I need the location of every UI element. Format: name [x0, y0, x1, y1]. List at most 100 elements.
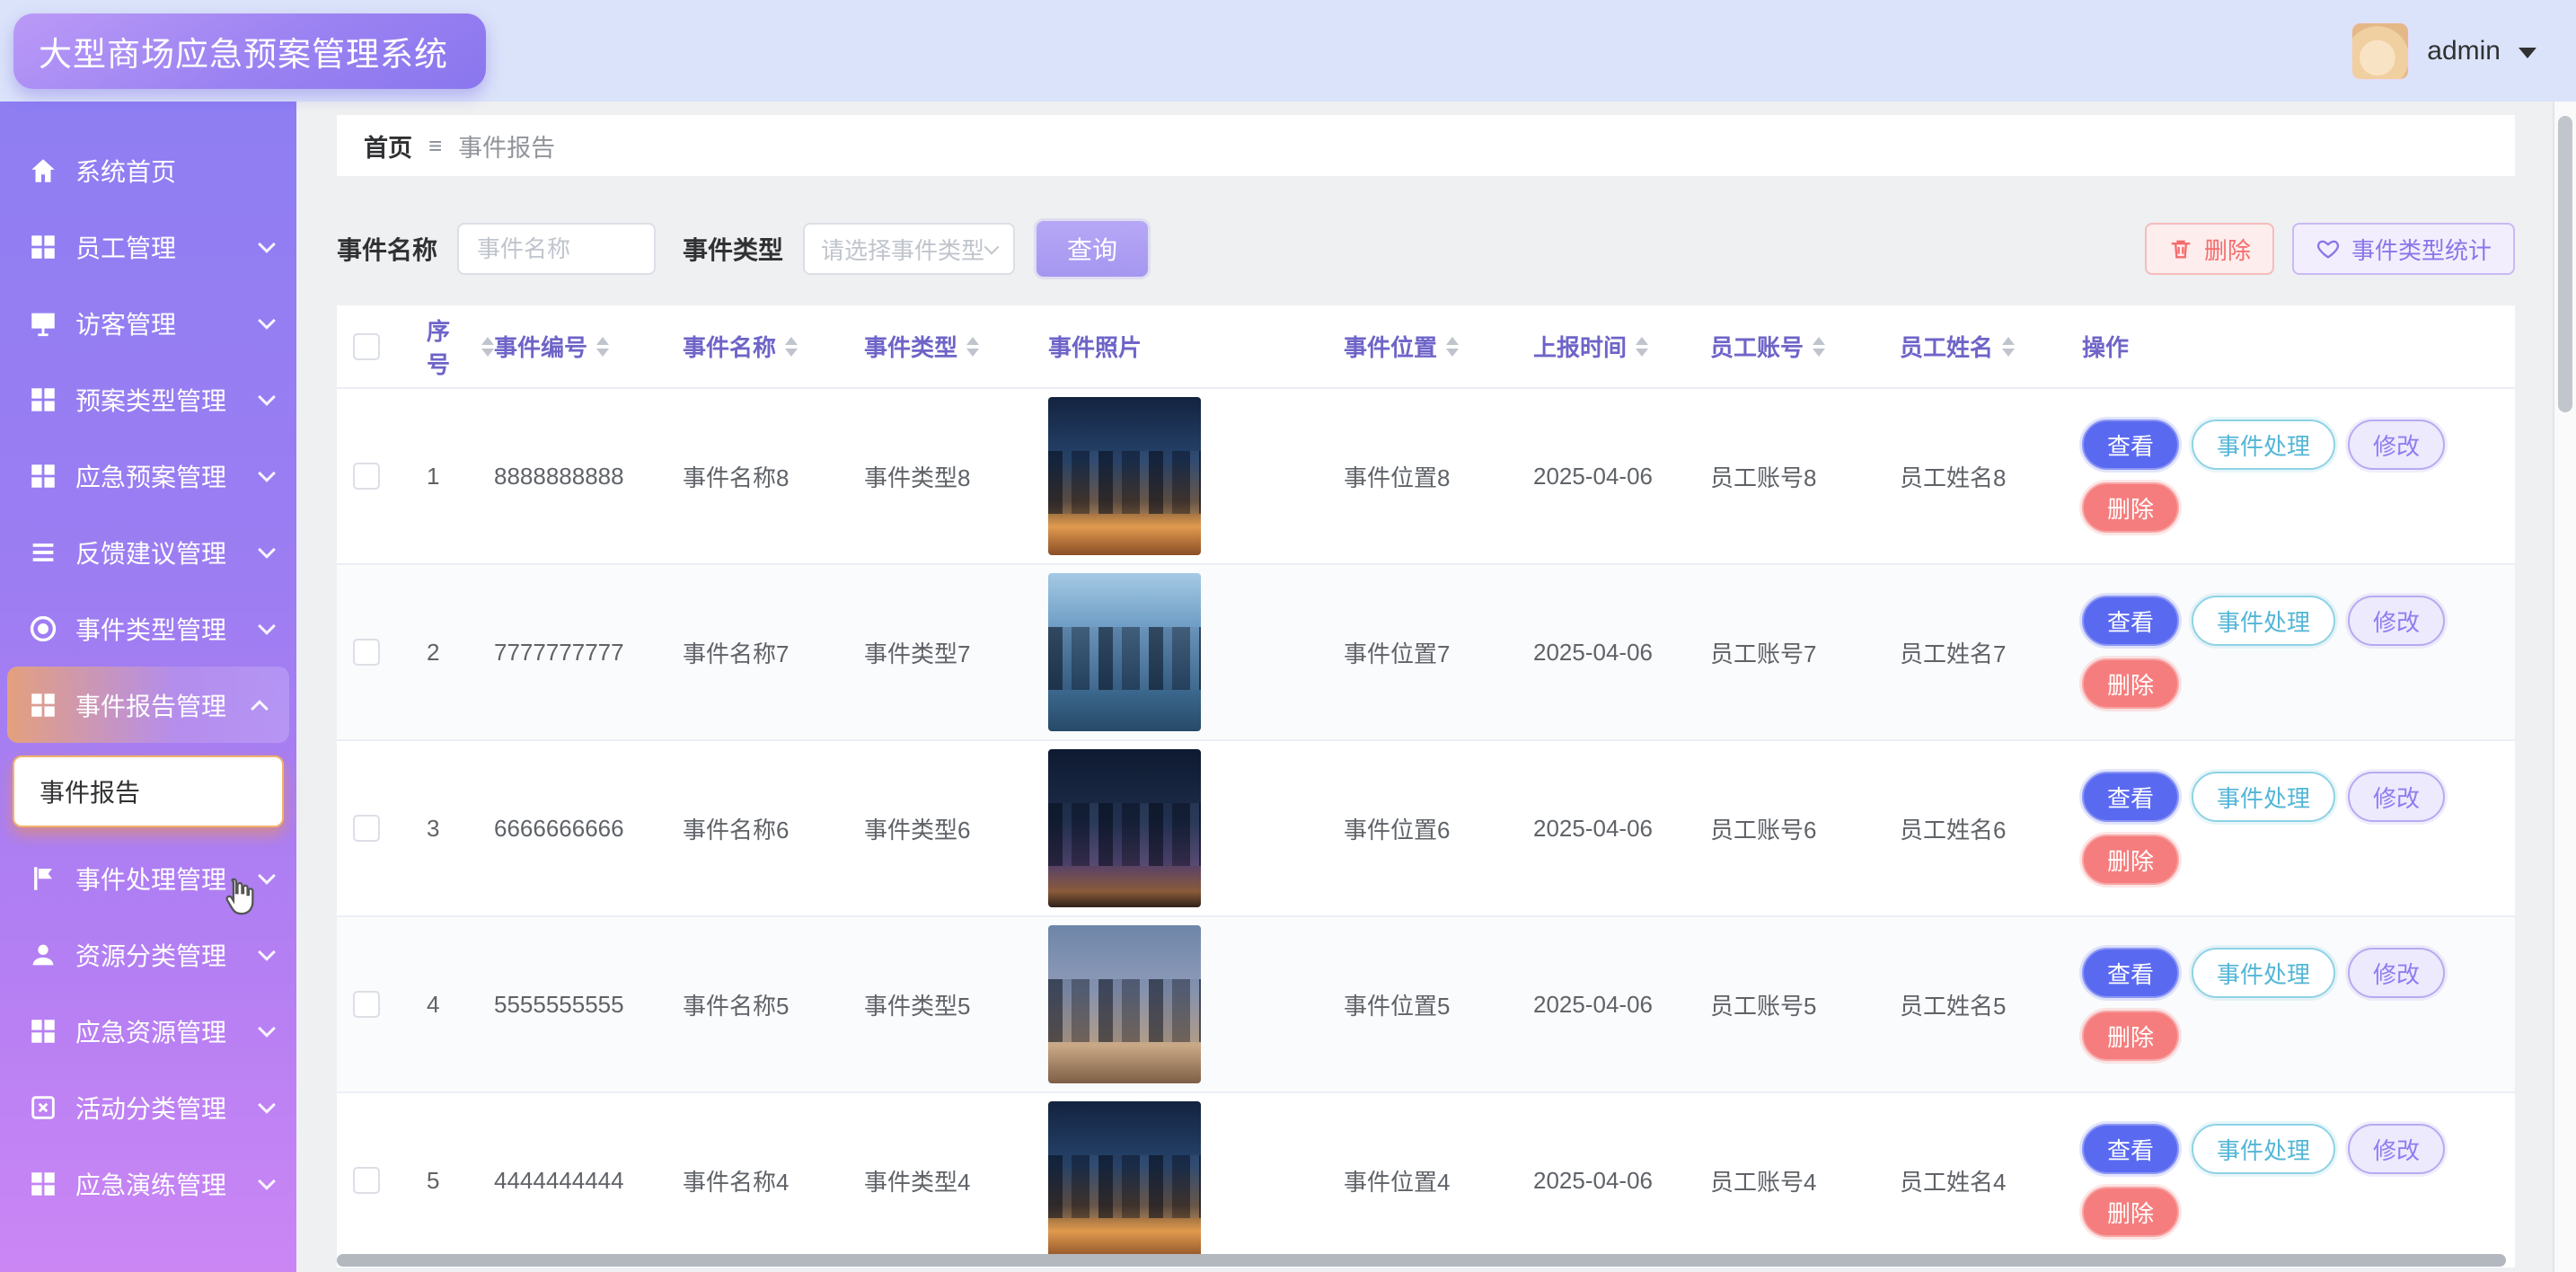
monitor-icon	[27, 307, 59, 340]
row-checkbox[interactable]	[353, 815, 380, 842]
sort-icons[interactable]	[1446, 337, 1459, 357]
user-menu[interactable]: admin	[2351, 22, 2536, 80]
event-photo[interactable]	[1048, 397, 1201, 555]
column-header-事件照片: 事件照片	[1048, 305, 1344, 388]
delete-button[interactable]: 删除	[2082, 658, 2179, 709]
view-button[interactable]: 查看	[2082, 1124, 2179, 1174]
event-type-select[interactable]: 请选择事件类型	[803, 223, 1015, 275]
delete-button[interactable]: 删除	[2082, 1187, 2179, 1237]
process-button[interactable]: 事件处理	[2192, 1124, 2335, 1174]
user-name: admin	[2427, 36, 2501, 66]
edit-button[interactable]: 修改	[2348, 772, 2445, 822]
chevron-down-icon	[258, 617, 276, 635]
row-checkbox[interactable]	[353, 1167, 380, 1194]
delete-button[interactable]: 删除	[2082, 1011, 2179, 1061]
event-photo[interactable]	[1048, 749, 1201, 907]
sidebar: 系统首页员工管理访客管理预案类型管理应急预案管理反馈建议管理事件类型管理事件报告…	[0, 102, 296, 1272]
sort-icons[interactable]	[481, 337, 494, 357]
view-button[interactable]: 查看	[2082, 596, 2179, 646]
sidebar-item-访客管理[interactable]: 访客管理	[0, 285, 296, 361]
app-header: 大型商场应急预案管理系统 admin	[0, 0, 2576, 102]
column-header-序号[interactable]: 序号	[418, 305, 494, 388]
sidebar-menu: 系统首页员工管理访客管理预案类型管理应急预案管理反馈建议管理事件类型管理事件报告…	[0, 132, 296, 1222]
event-photo[interactable]	[1048, 1101, 1201, 1259]
cell-event-location: 事件位置7	[1344, 564, 1533, 740]
chevron-down-icon	[258, 1096, 276, 1114]
chevron-down-icon	[258, 867, 276, 885]
view-button[interactable]: 查看	[2082, 420, 2179, 470]
sidebar-item-应急资源管理[interactable]: 应急资源管理	[0, 993, 296, 1069]
delete-button[interactable]: 删除	[2082, 835, 2179, 885]
sidebar-item-label: 事件处理管理	[75, 861, 260, 897]
breadcrumb-home[interactable]: 首页	[364, 128, 412, 163]
cell-staff-account: 员工账号7	[1710, 564, 1900, 740]
filter-bar: 事件名称 事件类型 请选择事件类型 查询 删除 事件类型统计	[337, 221, 2515, 277]
cell-report-time: 2025-04-06	[1533, 388, 1710, 564]
select-all-checkbox[interactable]	[353, 333, 380, 360]
event-type-stats-button[interactable]: 事件类型统计	[2292, 223, 2515, 275]
chevron-up-icon	[251, 700, 269, 718]
row-checkbox[interactable]	[353, 463, 380, 490]
sidebar-item-应急预案管理[interactable]: 应急预案管理	[0, 437, 296, 514]
edit-button[interactable]: 修改	[2348, 596, 2445, 646]
column-header-事件名称[interactable]: 事件名称	[683, 305, 864, 388]
process-button[interactable]: 事件处理	[2192, 772, 2335, 822]
sort-icons[interactable]	[966, 337, 979, 357]
process-button[interactable]: 事件处理	[2192, 420, 2335, 470]
sort-icons[interactable]	[2002, 337, 2015, 357]
edit-button[interactable]: 修改	[2348, 1124, 2445, 1174]
sidebar-item-资源分类管理[interactable]: 资源分类管理	[0, 916, 296, 993]
sidebar-item-事件处理管理[interactable]: 事件处理管理	[0, 840, 296, 916]
sidebar-item-label: 应急预案管理	[75, 458, 260, 494]
sidebar-item-反馈建议管理[interactable]: 反馈建议管理	[0, 514, 296, 590]
grid-icon	[27, 1015, 59, 1047]
sidebar-item-员工管理[interactable]: 员工管理	[0, 208, 296, 285]
sort-icons[interactable]	[596, 337, 609, 357]
event-photo[interactable]	[1048, 925, 1201, 1083]
sidebar-item-活动分类管理[interactable]: 活动分类管理	[0, 1069, 296, 1145]
vertical-scrollbar-thumb[interactable]	[2558, 116, 2572, 412]
column-header-员工姓名[interactable]: 员工姓名	[1900, 305, 2082, 388]
column-header-事件编号[interactable]: 事件编号	[494, 305, 683, 388]
process-button[interactable]: 事件处理	[2192, 948, 2335, 998]
sidebar-item-label: 事件类型管理	[75, 611, 260, 647]
row-actions: 查看事件处理修改删除	[2082, 759, 2497, 897]
sidebar-item-预案类型管理[interactable]: 预案类型管理	[0, 361, 296, 437]
edit-button[interactable]: 修改	[2348, 420, 2445, 470]
bulk-delete-button[interactable]: 删除	[2145, 223, 2274, 275]
user-avatar[interactable]	[2351, 22, 2409, 80]
column-header-事件位置[interactable]: 事件位置	[1344, 305, 1533, 388]
sidebar-subitem-事件报告[interactable]: 事件报告	[13, 755, 284, 827]
cell-event-code: 4444444444	[494, 1092, 683, 1268]
sidebar-item-label: 应急演练管理	[75, 1166, 260, 1202]
view-button[interactable]: 查看	[2082, 948, 2179, 998]
sidebar-item-应急演练管理[interactable]: 应急演练管理	[0, 1145, 296, 1222]
delete-button[interactable]: 删除	[2082, 482, 2179, 533]
breadcrumb: 首页 ≡ 事件报告	[337, 115, 2515, 176]
view-button[interactable]: 查看	[2082, 772, 2179, 822]
sidebar-item-系统首页[interactable]: 系统首页	[0, 132, 296, 208]
sort-icons[interactable]	[785, 337, 798, 357]
row-checkbox[interactable]	[353, 639, 380, 666]
edit-button[interactable]: 修改	[2348, 948, 2445, 998]
column-header-事件类型[interactable]: 事件类型	[864, 305, 1048, 388]
event-name-input[interactable]	[457, 223, 656, 275]
sort-icons[interactable]	[1813, 337, 1825, 357]
sidebar-item-事件报告管理[interactable]: 事件报告管理	[7, 667, 289, 743]
vertical-scrollbar[interactable]	[2553, 102, 2576, 1272]
cell-event-location: 事件位置8	[1344, 388, 1533, 564]
cell-event-location: 事件位置6	[1344, 740, 1533, 916]
sidebar-item-事件类型管理[interactable]: 事件类型管理	[0, 590, 296, 667]
process-button[interactable]: 事件处理	[2192, 596, 2335, 646]
column-header-员工账号[interactable]: 员工账号	[1710, 305, 1900, 388]
column-header-上报时间[interactable]: 上报时间	[1533, 305, 1710, 388]
search-button[interactable]: 查询	[1037, 221, 1148, 277]
photo-buildings	[1048, 451, 1201, 514]
cell-event-name: 事件名称6	[683, 740, 864, 916]
horizontal-scrollbar-thumb[interactable]	[337, 1254, 2506, 1267]
sidebar-item-label: 应急资源管理	[75, 1013, 260, 1049]
cell-event-type: 事件类型6	[864, 740, 1048, 916]
sort-icons[interactable]	[1636, 337, 1648, 357]
event-photo[interactable]	[1048, 573, 1201, 731]
row-checkbox[interactable]	[353, 991, 380, 1018]
